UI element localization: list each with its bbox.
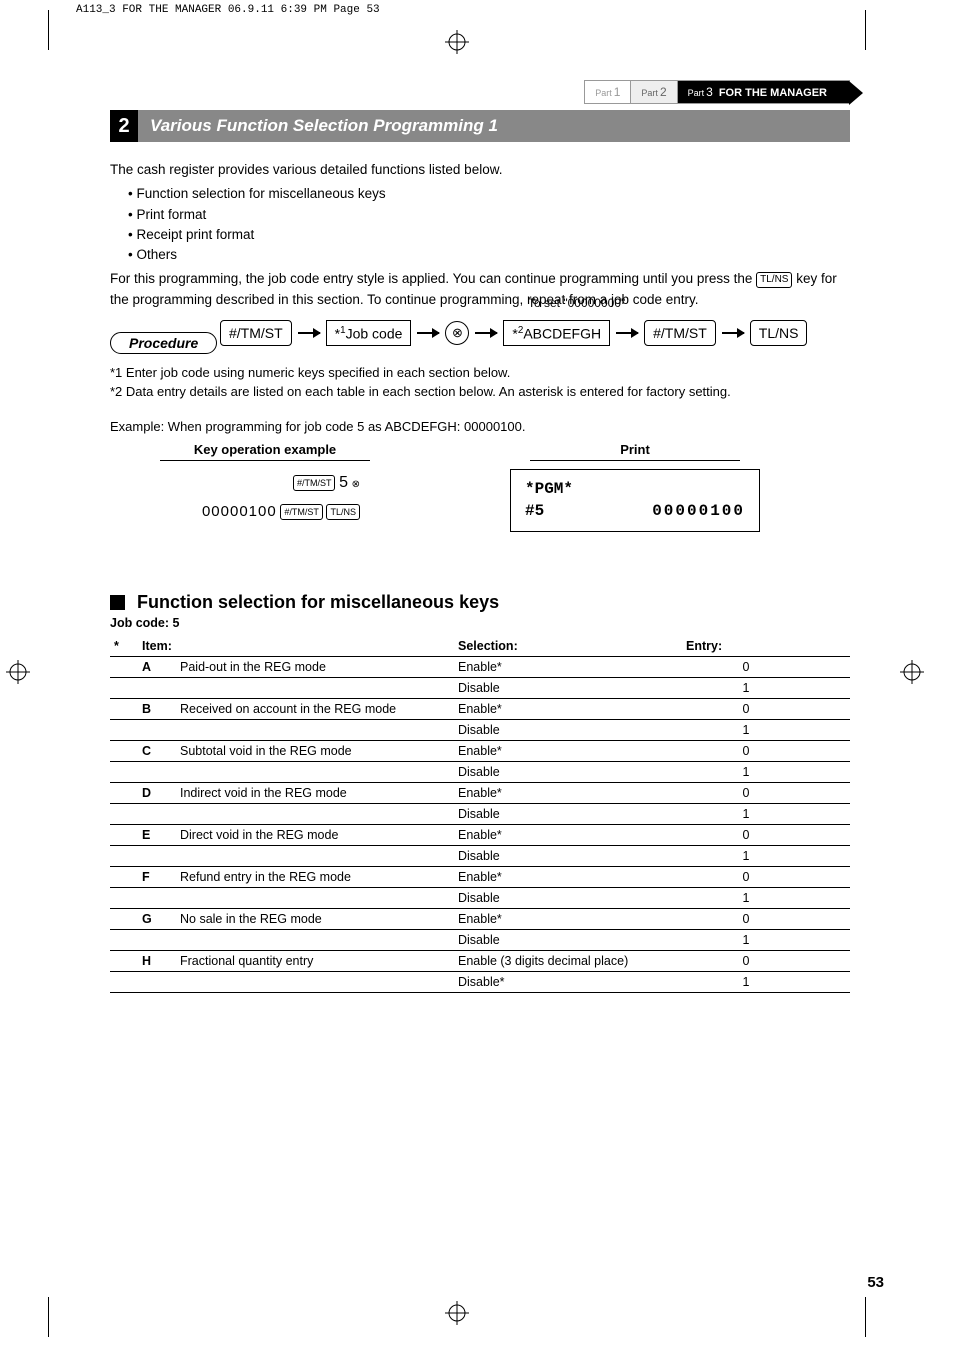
table-row: EDirect void in the REG modeEnable*0 xyxy=(110,824,850,845)
flow-key-tmst: #/TM/ST xyxy=(220,320,292,346)
multiply-key-icon: ⊗ xyxy=(352,479,360,490)
example-intro: Example: When programming for job code 5… xyxy=(110,419,850,434)
job-code-label: Job code: 5 xyxy=(110,616,850,630)
table-row: BReceived on account in the REG modeEnab… xyxy=(110,698,850,719)
print-receipt: *PGM* #5 00000100 xyxy=(510,469,760,532)
table-row: Disable1 xyxy=(110,719,850,740)
col-selection-header: Selection: xyxy=(454,636,682,657)
subsection-title: Function selection for miscellaneous key… xyxy=(110,592,850,613)
registration-mark-icon xyxy=(445,30,469,54)
procedure-flow: #/TM/ST *1Job code ⊗ *2ABCDEFGH #/TM/ST … xyxy=(220,320,850,347)
intro-list: Function selection for miscellaneous key… xyxy=(110,184,850,265)
table-row: APaid-out in the REG modeEnable*0 xyxy=(110,656,850,677)
print-column: Print *PGM* #5 00000100 xyxy=(480,442,790,532)
intro-text: The cash register provides various detai… xyxy=(110,160,850,310)
crop-mark xyxy=(48,1297,89,1337)
spec-table: * Item: Selection: Entry: APaid-out in t… xyxy=(110,636,850,993)
key-tmst: #/TM/ST xyxy=(280,504,323,520)
content-area: Part1 Part2 Part3FOR THE MANAGER 2 Vario… xyxy=(110,80,850,993)
page-number: 53 xyxy=(867,1274,884,1291)
footnote: *2 Data entry details are listed on each… xyxy=(110,383,850,401)
chevron-right-icon xyxy=(849,81,863,105)
section-heading: 2 Various Function Selection Programming… xyxy=(110,110,850,142)
tab-part2: Part2 xyxy=(630,80,677,104)
arrow-right-icon xyxy=(298,332,320,334)
table-row: Disable1 xyxy=(110,929,850,950)
table-row: GNo sale in the REG modeEnable*0 xyxy=(110,908,850,929)
flow-key-tmst: #/TM/ST xyxy=(644,320,716,346)
key-operation-column: Key operation example #/TM/ST 5 ⊗ 000001… xyxy=(110,442,420,532)
arrow-right-icon xyxy=(417,332,439,334)
table-row: FRefund entry in the REG modeEnable*0 xyxy=(110,866,850,887)
registration-mark-icon xyxy=(445,1301,469,1325)
intro-item: Receipt print format xyxy=(128,225,850,245)
table-row: Disable1 xyxy=(110,887,850,908)
flow-jobcode: *1Job code xyxy=(326,320,412,347)
registration-mark-icon xyxy=(900,660,924,684)
procedure-label: Procedure xyxy=(110,332,217,354)
registration-mark-icon xyxy=(6,660,30,684)
prepress-header: A113_3 FOR THE MANAGER 06.9.11 6:39 PM P… xyxy=(76,4,380,16)
flow-key-tlns: TL/NS xyxy=(750,320,808,346)
section-title: Various Function Selection Programming 1 xyxy=(138,110,850,142)
section-number: 2 xyxy=(110,110,138,142)
subsection: Function selection for miscellaneous key… xyxy=(110,592,850,993)
footnote: *1 Enter job code using numeric keys spe… xyxy=(110,364,850,382)
key-tlns: TL/NS xyxy=(756,272,792,288)
key-operation-body: #/TM/ST 5 ⊗ 00000100 #/TM/ST TL/NS xyxy=(110,469,420,525)
page: A113_3 FOR THE MANAGER 06.9.11 6:39 PM P… xyxy=(0,0,954,1351)
table-row: Disable1 xyxy=(110,761,850,782)
intro-item: Others xyxy=(128,245,850,265)
crop-mark xyxy=(48,10,89,50)
tab-part3: Part3FOR THE MANAGER xyxy=(677,80,850,104)
table-row: Disable1 xyxy=(110,845,850,866)
crop-mark xyxy=(825,10,866,50)
arrow-right-icon xyxy=(722,332,744,334)
intro-lead: The cash register provides various detai… xyxy=(110,160,850,180)
intro-item: Function selection for miscellaneous key… xyxy=(128,184,850,204)
print-header: Print xyxy=(530,442,740,461)
square-bullet-icon xyxy=(110,595,125,610)
example-row: Key operation example #/TM/ST 5 ⊗ 000001… xyxy=(110,442,850,532)
tab-part1: Part1 xyxy=(584,80,631,104)
key-tlns: TL/NS xyxy=(326,504,360,520)
table-row: Disable1 xyxy=(110,803,850,824)
table-row: DIndirect void in the REG modeEnable*0 xyxy=(110,782,850,803)
table-row: Disable1 xyxy=(110,677,850,698)
intro-item: Print format xyxy=(128,205,850,225)
col-star-header: * xyxy=(110,636,138,657)
table-row: Disable*1 xyxy=(110,971,850,992)
col-desc-header xyxy=(176,636,454,657)
arrow-right-icon xyxy=(475,332,497,334)
key-operation-header: Key operation example xyxy=(160,442,370,461)
footnotes: *1 Enter job code using numeric keys spe… xyxy=(110,364,850,400)
table-row: HFractional quantity entryEnable (3 digi… xyxy=(110,950,850,971)
key-tmst: #/TM/ST xyxy=(293,475,336,491)
col-item-header: Item: xyxy=(138,636,176,657)
part-tabs: Part1 Part2 Part3FOR THE MANAGER xyxy=(110,80,850,104)
col-entry-header: Entry: xyxy=(682,636,810,657)
arrow-right-icon xyxy=(616,332,638,334)
multiply-key-icon: ⊗ xyxy=(445,321,469,345)
flow-abcdefgh: *2ABCDEFGH xyxy=(503,320,610,347)
table-row: CSubtotal void in the REG modeEnable*0 xyxy=(110,740,850,761)
crop-mark xyxy=(825,1297,866,1337)
